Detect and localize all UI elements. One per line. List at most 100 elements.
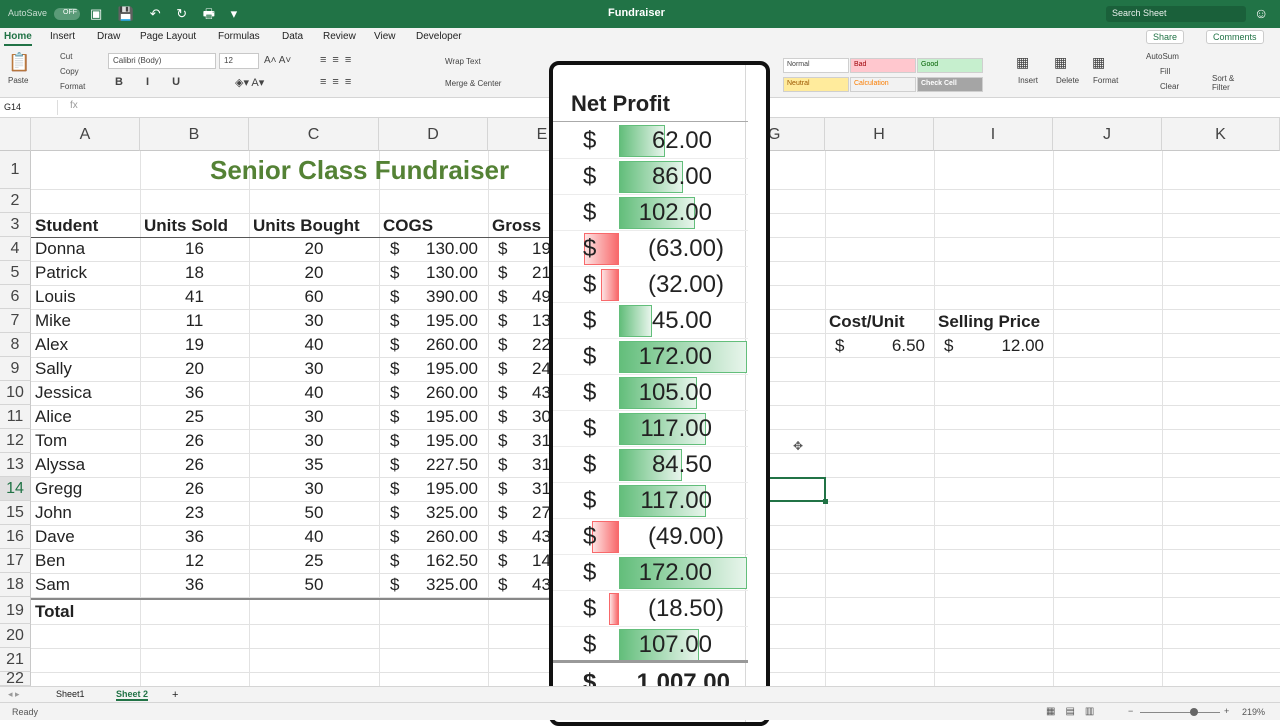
row-header-4[interactable]: 4 [0,237,31,261]
format-painter-button[interactable]: Format [60,82,85,91]
cell-student[interactable]: Dave [35,527,75,547]
cost-unit-currency[interactable]: $ [835,336,844,356]
row-header-11[interactable]: 11 [0,405,31,429]
net-profit-row[interactable]: $ (18.50) [553,591,748,627]
font-style-buttons[interactable]: B I U [115,76,190,88]
cell-cogs-value[interactable]: 260.00 [398,527,478,547]
cell-student[interactable]: Jessica [35,383,92,403]
style-bad[interactable]: Bad [850,58,916,73]
row-header-7[interactable]: 7 [0,309,31,333]
cell-student[interactable]: Alice [35,407,72,427]
cell-gross-currency[interactable]: $ [498,527,507,547]
cell-student[interactable]: John [35,503,72,523]
header-gross[interactable]: Gross [492,216,541,236]
cell-units-bought[interactable]: 40 [249,527,379,547]
cell-gross-value[interactable]: 21 [532,263,549,283]
align-horizontal-icons[interactable]: ≡≡≡ [320,76,357,88]
select-all-corner[interactable] [0,118,31,151]
cell-units-bought[interactable]: 60 [249,287,379,307]
cell-units-bought[interactable]: 40 [249,335,379,355]
tab-formulas[interactable]: Formulas [218,31,260,42]
cell-gross-currency[interactable]: $ [498,383,507,403]
column-header-h[interactable]: H [825,118,934,151]
cell-cogs-value[interactable]: 195.00 [398,479,478,499]
cell-gross-value[interactable]: 43 [532,575,549,595]
cell-student[interactable]: Donna [35,239,85,259]
cell-gross-value[interactable]: 30 [532,407,549,427]
insert-cells-button[interactable]: Insert [1018,76,1038,85]
column-header-b[interactable]: B [140,118,249,151]
cell-cogs-value[interactable]: 260.00 [398,335,478,355]
tab-developer[interactable]: Developer [416,31,462,42]
cell-gross-value[interactable]: 19 [532,239,549,259]
cell-gross-value[interactable]: 43 [532,527,549,547]
font-name-select[interactable]: Calibri (Body) [108,53,216,69]
cell-student[interactable]: Alex [35,335,68,355]
row-header-20[interactable]: 20 [0,624,31,648]
zoom-level[interactable]: 219% [1242,707,1265,717]
cell-units-bought[interactable]: 35 [249,455,379,475]
row-header-22[interactable]: 22 [0,671,31,687]
row-header-2[interactable]: 2 [0,189,31,213]
cell-gross-value[interactable]: 14 [532,551,549,571]
cell-units-sold[interactable]: 41 [140,287,249,307]
style-normal[interactable]: Normal [783,58,849,73]
net-profit-row[interactable]: $172.00 [553,339,748,375]
cell-cogs-value[interactable]: 162.50 [398,551,478,571]
cell-gross-currency[interactable]: $ [498,311,507,331]
row-header-18[interactable]: 18 [0,573,31,597]
delete-cells-icon[interactable]: ▦ [1054,54,1067,71]
cell-gross-currency[interactable]: $ [498,407,507,427]
row-header-13[interactable]: 13 [0,453,31,477]
column-header-d[interactable]: D [379,118,488,151]
style-check-cell[interactable]: Check Cell [917,77,983,92]
cell-units-sold[interactable]: 12 [140,551,249,571]
cost-unit-label[interactable]: Cost/Unit [829,312,905,332]
cell-cogs-value[interactable]: 195.00 [398,407,478,427]
selling-price-value[interactable]: 12.00 [984,336,1044,356]
cell-gross-value[interactable]: 24 [532,359,549,379]
cell-student[interactable]: Sally [35,359,72,379]
cut-button[interactable]: Cut [60,52,72,61]
cell-cogs-value[interactable]: 260.00 [398,383,478,403]
style-good[interactable]: Good [917,58,983,73]
tab-insert[interactable]: Insert [50,31,75,42]
zoom-slider-thumb[interactable] [1190,708,1198,716]
row-header-15[interactable]: 15 [0,501,31,525]
cell-gross-currency[interactable]: $ [498,503,507,523]
cell-units-bought[interactable]: 50 [249,503,379,523]
cell-gross-currency[interactable]: $ [498,239,507,259]
delete-cells-button[interactable]: Delete [1056,76,1079,85]
cell-gross-value[interactable]: 31 [532,479,549,499]
cell-units-bought[interactable]: 50 [249,575,379,595]
header-units-bought[interactable]: Units Bought [253,216,360,236]
cell-gross-currency[interactable]: $ [498,431,507,451]
cell-student[interactable]: Louis [35,287,76,307]
cell-gross-currency[interactable]: $ [498,479,507,499]
cell-gross-currency[interactable]: $ [498,335,507,355]
paste-icon[interactable]: 📋 [8,52,30,73]
user-icon[interactable]: ☺ [1254,5,1268,21]
column-header-c[interactable]: C [249,118,379,151]
align-top-icons[interactable]: ≡≡≡ [320,54,357,66]
cell-units-sold[interactable]: 16 [140,239,249,259]
zoom-in-icon[interactable]: + [1224,706,1229,716]
style-neutral[interactable]: Neutral [783,77,849,92]
cell-units-bought[interactable]: 30 [249,479,379,499]
net-profit-row[interactable]: $107.00 [553,627,748,663]
cell-cogs-value[interactable]: 195.00 [398,311,478,331]
row-header-8[interactable]: 8 [0,333,31,357]
zoom-slider[interactable] [1140,712,1220,713]
row-header-21[interactable]: 21 [0,648,31,672]
cell-gross-currency[interactable]: $ [498,455,507,475]
cell-cogs-value[interactable]: 325.00 [398,503,478,523]
tab-draw[interactable]: Draw [97,31,120,42]
paste-button[interactable]: Paste [8,76,28,85]
net-profit-row[interactable]: $ (63.00) [553,231,748,267]
cell-units-sold[interactable]: 18 [140,263,249,283]
cell-units-sold[interactable]: 11 [140,311,249,331]
zoom-out-icon[interactable]: − [1128,706,1133,716]
cell-units-sold[interactable]: 23 [140,503,249,523]
clear-button[interactable]: Clear [1160,82,1179,91]
add-sheet-icon[interactable]: + [172,689,178,701]
